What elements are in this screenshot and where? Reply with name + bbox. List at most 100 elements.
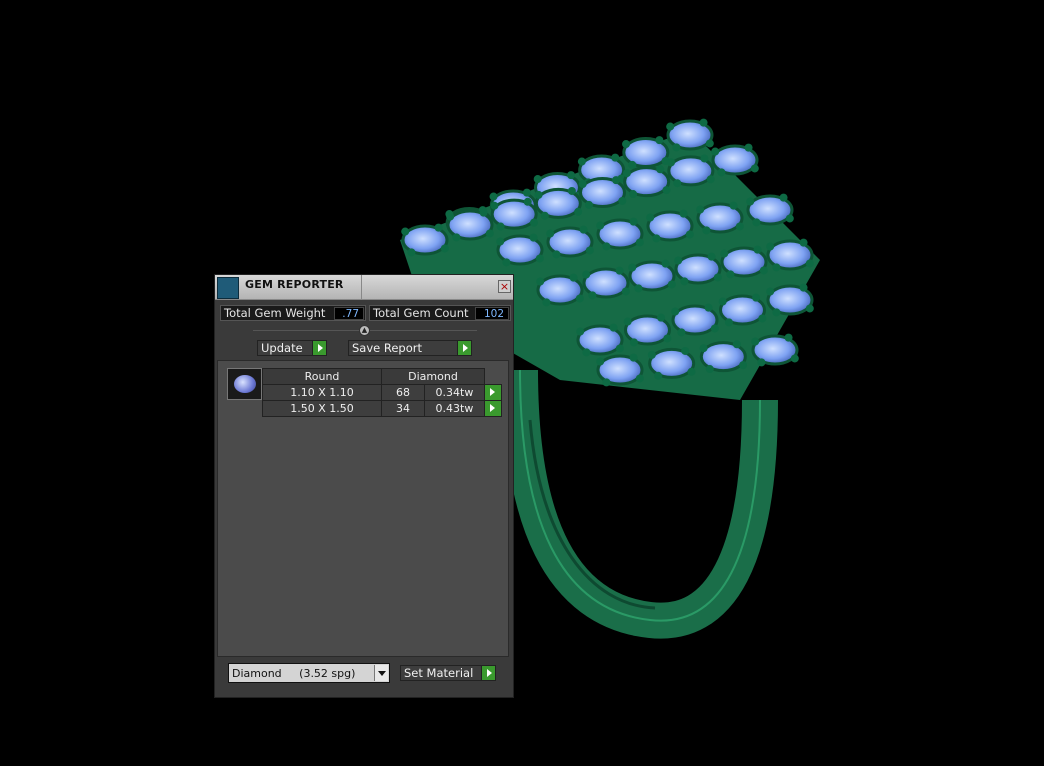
prong: [612, 176, 621, 185]
prong: [577, 157, 586, 166]
ring-render: [400, 118, 820, 639]
table-row[interactable]: 1.50 X 1.50 34 0.43tw: [262, 400, 502, 417]
prong: [634, 284, 643, 293]
prong: [799, 238, 808, 247]
go-arrow-icon[interactable]: [457, 341, 471, 355]
prong: [535, 254, 544, 263]
prong: [735, 222, 744, 231]
prong: [646, 213, 655, 222]
prong: [699, 344, 708, 353]
prong: [485, 229, 494, 238]
prong: [680, 277, 689, 286]
prong: [635, 374, 644, 383]
prong: [671, 307, 680, 316]
prong: [661, 259, 670, 268]
prong: [615, 344, 624, 353]
prong: [667, 158, 676, 167]
prong: [446, 212, 455, 221]
set-material-button[interactable]: Set Material: [400, 665, 496, 681]
collapse-handle-icon[interactable]: ▲: [359, 325, 370, 336]
prong: [611, 153, 620, 162]
update-button[interactable]: Update: [257, 340, 327, 356]
prong: [540, 211, 549, 220]
dropdown-arrow-icon[interactable]: [374, 665, 388, 681]
prong: [588, 291, 597, 300]
gem-count: 34: [381, 400, 425, 417]
prong: [805, 304, 814, 313]
prong: [584, 200, 593, 209]
prong: [496, 237, 505, 246]
prong: [699, 118, 708, 127]
prong: [615, 266, 624, 275]
prong: [567, 186, 576, 195]
prong: [576, 327, 585, 336]
prong: [542, 298, 551, 307]
material-select[interactable]: Diamond (3.52 spg): [228, 663, 390, 683]
prong: [434, 223, 443, 232]
prong: [705, 365, 714, 374]
prong: [596, 221, 605, 230]
prong: [720, 249, 729, 258]
shape-header: Round: [262, 368, 382, 385]
prong: [657, 313, 666, 322]
gem-count: 68: [381, 384, 425, 401]
prong: [523, 197, 532, 206]
prong: [729, 201, 738, 210]
prong: [536, 277, 545, 286]
prong: [407, 248, 416, 257]
prong: [652, 234, 661, 243]
prong: [799, 283, 808, 292]
prong: [704, 303, 713, 312]
prong: [707, 252, 716, 261]
table-row[interactable]: 1.10 X 1.10 68 0.34tw: [262, 384, 502, 401]
total-gem-weight-label: Total Gem Weight: [224, 306, 326, 320]
prong: [522, 188, 531, 197]
prong: [628, 263, 637, 272]
prong: [667, 280, 676, 289]
prong: [629, 353, 638, 362]
go-arrow-icon[interactable]: [484, 400, 502, 417]
prong: [785, 214, 794, 223]
go-arrow-icon[interactable]: [312, 341, 326, 355]
3d-viewport[interactable]: [0, 0, 1044, 766]
set-material-label: Set Material: [404, 666, 474, 680]
prong: [744, 143, 753, 152]
prong: [732, 340, 741, 349]
prong: [750, 164, 759, 173]
prong: [452, 233, 461, 242]
prong: [602, 242, 611, 251]
go-arrow-icon[interactable]: [481, 666, 495, 680]
title-bar[interactable]: GEM REPORTER ×: [215, 275, 513, 300]
prong: [585, 246, 594, 255]
gem-list: Round Diamond 1.10 X 1.10 68 0.34tw 1.50…: [217, 360, 509, 657]
prong: [746, 197, 755, 206]
prong: [696, 205, 705, 214]
save-report-button[interactable]: Save Report: [348, 340, 472, 356]
prong: [569, 273, 578, 282]
prong: [622, 169, 631, 178]
round-gem-thumbnail: [227, 368, 262, 400]
prong: [662, 186, 671, 195]
prong: [629, 217, 638, 226]
prong: [496, 222, 505, 231]
prong: [700, 154, 709, 163]
prong: [706, 175, 715, 184]
prong: [629, 190, 638, 199]
prong: [751, 337, 760, 346]
prong: [574, 207, 583, 216]
close-icon[interactable]: ×: [498, 280, 511, 293]
go-arrow-icon[interactable]: [484, 384, 502, 401]
prong: [805, 259, 814, 268]
prong: [673, 179, 682, 188]
prong: [529, 233, 538, 242]
material-select-value: Diamond (3.52 spg): [232, 667, 356, 680]
prong: [711, 147, 720, 156]
prong: [479, 208, 488, 217]
prong: [753, 245, 762, 254]
prong: [533, 175, 542, 184]
prong: [552, 250, 561, 259]
title-tab-divider: [361, 275, 362, 299]
prong: [705, 139, 714, 148]
prong: [618, 196, 627, 205]
prong: [685, 230, 694, 239]
